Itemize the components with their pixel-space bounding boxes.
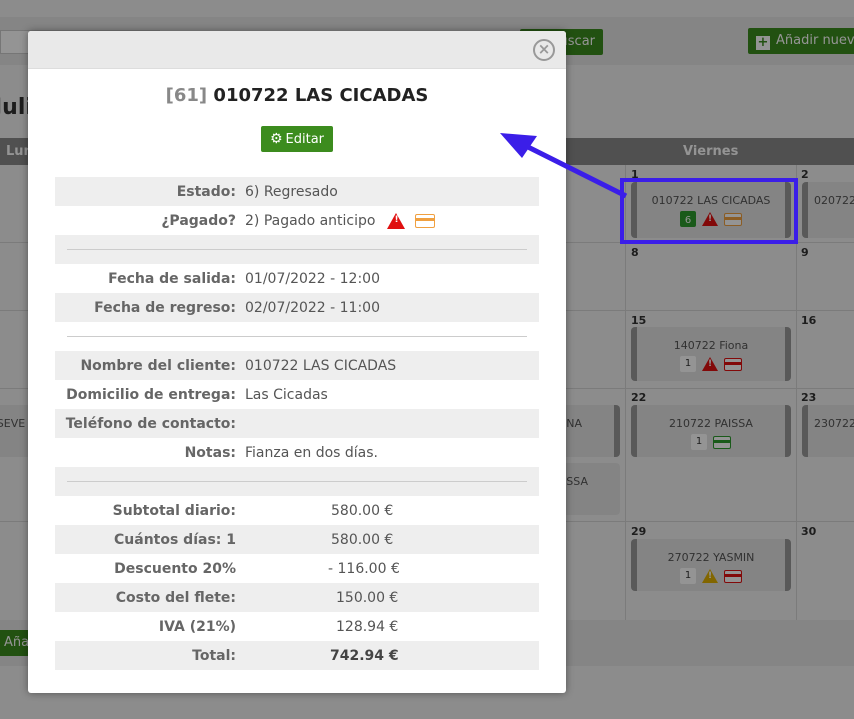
arrow-shaft: [518, 140, 628, 199]
arrow-head: [500, 133, 537, 158]
annotation-arrow-icon: [500, 133, 628, 199]
